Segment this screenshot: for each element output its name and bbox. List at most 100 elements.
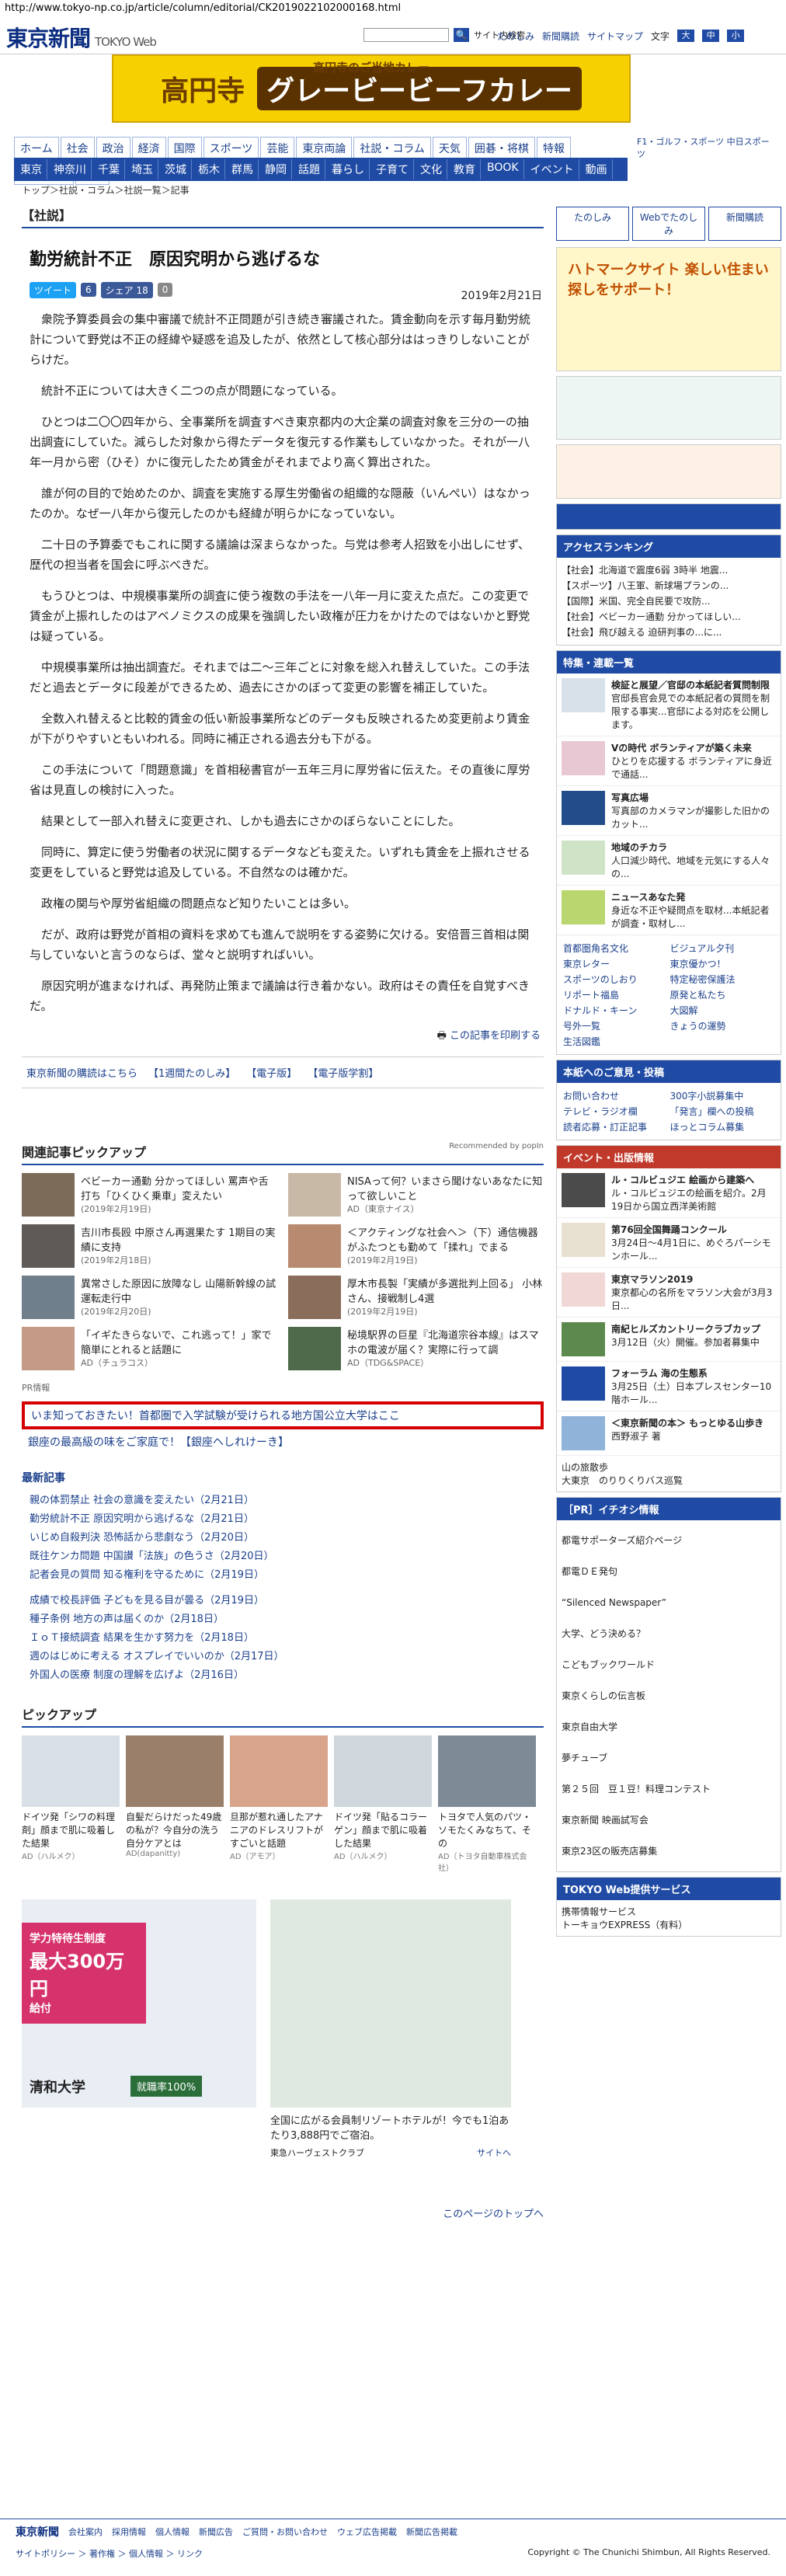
service-item[interactable]: 携帯情報サービス <box>562 1905 776 1918</box>
pickup-item[interactable]: 旦那が惹れ通したアナニアのドレスリフトがすごいと話題 AD（アモア） <box>230 1735 328 1873</box>
guide-link[interactable]: テレビ・ラジオ欄 <box>563 1105 668 1118</box>
event-item[interactable]: ＜東京新聞の本＞ もっとゆる山歩き 西野淑子 著 <box>557 1412 781 1456</box>
special-link[interactable]: 原発と私たち <box>670 988 775 1001</box>
font-medium-button[interactable]: 中 <box>702 30 720 42</box>
special-link[interactable]: きょうの運勢 <box>670 1019 775 1032</box>
to-top-link[interactable]: このページのトップへ <box>22 2205 544 2220</box>
pr-item[interactable]: 東京新聞 映画試写会 <box>562 1805 776 1836</box>
nav-item[interactable]: 特報 <box>536 137 571 160</box>
pr-item[interactable]: 東京23区の販売店募集 <box>562 1836 776 1867</box>
special-link[interactable]: 号外一覧 <box>563 1019 668 1032</box>
special-item[interactable]: Vの時代 ボランティアが築く未来 ひとりを応援する ボランティアに身近で通話... <box>557 736 781 786</box>
region-item[interactable]: 茨城 <box>160 159 192 179</box>
related-item[interactable]: ベビーカー通勤 分かってほしい 罵声や舌打ち「ひくひく乗車」変えたい (2019年… <box>22 1173 277 1217</box>
region-item[interactable]: 東京 <box>16 159 47 179</box>
header-link[interactable]: たのしみ <box>497 30 534 43</box>
region-item[interactable]: 子育て <box>371 159 414 179</box>
pr-item[interactable]: 都電サポーターズ紹介ページ <box>562 1525 776 1556</box>
search-input[interactable] <box>363 28 449 42</box>
event-item[interactable]: 第76回全国舞踊コンクール 3月24日〜4月1日に、めぐろパーシモンホール... <box>557 1218 781 1268</box>
latest-item[interactable]: 勤労統計不正 原因究明から逃げるな（2月21日） <box>30 1510 544 1525</box>
latest-item[interactable]: いじめ自殺判決 恐怖話から悲劇なう（2月20日） <box>30 1529 544 1544</box>
ranking-item[interactable]: 【社会】北海道で震度6弱 3時半 地震... <box>562 562 776 578</box>
pr-item[interactable]: “Silenced Newspaper” <box>562 1587 776 1618</box>
pickup-item[interactable]: 自髪だらけだった49歳の私が？今自分の洗う自分ケアとは AD(dapanitty) <box>126 1735 224 1873</box>
footer-link[interactable]: 採用情報 <box>112 2526 146 2538</box>
related-item[interactable]: 異常さした原因に放障なし 山陽新幹線の試運転走行中 (2019年2月20日) <box>22 1276 277 1319</box>
heart-design-ad[interactable] <box>556 376 781 440</box>
tweet-button[interactable]: ツイート <box>30 281 77 298</box>
nav-item[interactable]: 社説・コラム <box>353 137 431 160</box>
pickup-item[interactable]: ドイツ発「シワの料理剤」顔まで肌に吸着した結果 AD（ハルメク） <box>22 1735 120 1873</box>
related-item[interactable]: 秘境駅界の巨星『北海道宗谷本線』はスマホの電波が届く？実際に行って調 AD（TDG… <box>288 1327 544 1370</box>
region-item[interactable]: 動画 <box>581 159 613 179</box>
region-item[interactable]: 千葉 <box>93 159 125 179</box>
nav-item[interactable]: 社会 <box>60 137 95 160</box>
pr-item[interactable]: 東京自由大学 <box>562 1711 776 1742</box>
related-item[interactable]: 吉川市長殴 中原さん再選果たす 1期目の実績に支持 (2019年2月18日) <box>22 1224 277 1268</box>
header-link[interactable]: 新聞購読 <box>542 30 579 43</box>
nav-item[interactable]: 東京両論 <box>296 137 353 160</box>
event-item[interactable]: ル・コルビュジエ 絵画から建築へ ル・コルビュジエの絵画を紹介。2月19日から国立… <box>557 1168 781 1218</box>
related-item[interactable]: 「イギたきらないで、これ逃って！」家で簡単にとれると話題に AD（チュラコス） <box>22 1327 277 1370</box>
search-icon[interactable]: 🔍 <box>454 28 469 42</box>
region-item[interactable]: 暮らし <box>327 159 370 179</box>
pr-item[interactable]: 第２５回 豆１豆！料理コンテスト <box>562 1774 776 1805</box>
region-item[interactable]: イベント <box>526 159 579 179</box>
resort-link[interactable]: サイトへ <box>477 2146 511 2159</box>
region-item[interactable]: 栃木 <box>193 159 225 179</box>
nav-item[interactable]: 経済 <box>131 137 166 160</box>
nav-item[interactable]: ホーム <box>14 137 59 160</box>
special-link[interactable]: 東京優かつ！ <box>670 957 775 970</box>
event-more-link[interactable]: 山の旅散歩 <box>562 1460 776 1474</box>
region-item[interactable]: 静岡 <box>260 159 292 179</box>
region-item[interactable]: 神奈川 <box>49 159 92 179</box>
like-button[interactable]: 6 <box>81 283 96 297</box>
pr-item[interactable]: 大学、どう決める？ <box>562 1618 776 1649</box>
latest-item[interactable]: 親の体罰禁止 社会の意識を変えたい（2月21日） <box>30 1492 544 1506</box>
ranking-item[interactable]: 【社会】飛び越える 迫研判事の...に... <box>562 625 776 640</box>
facebook-share-button[interactable]: シェア 18 <box>100 281 153 298</box>
event-item[interactable]: フォーラム 海の生態系 3月25日（土）日本プレスセンター10階ホール... <box>557 1362 781 1412</box>
tanoshimi-button[interactable]: たのしみ <box>556 207 629 241</box>
region-item[interactable]: BOOK <box>482 159 524 179</box>
pickup-item[interactable]: ドイツ発「貼るコラーゲン」顔まで肌に吸着した結果 AD（ハルメク） <box>334 1735 432 1873</box>
student-link[interactable]: 【電子版学割】 <box>308 1065 378 1080</box>
latest-item[interactable]: 既往ケンカ問題 中国讃「法族」の色うさ（2月20日） <box>30 1547 544 1562</box>
nav-item[interactable]: 囲碁・将棋 <box>468 137 535 160</box>
footer-link[interactable]: ウェブ広告掲載 <box>337 2526 397 2538</box>
sukusuku-ad[interactable] <box>556 444 781 499</box>
ranking-item[interactable]: 【国際】米国、完全自民要で攻防... <box>562 594 776 609</box>
pickup-item[interactable]: トヨタで人気のパツ・ソモたくみなちて、その AD（トヨタ自動車株式会社） <box>438 1735 536 1873</box>
header-link[interactable]: サイトマップ <box>587 30 643 43</box>
region-item[interactable]: 教育 <box>449 159 481 179</box>
latest-item[interactable]: 記者会見の質問 知る権利を守るために（2月19日） <box>30 1566 544 1581</box>
related-item[interactable]: NISAって何？いまさら聞けないあなたに知って欲しいこと AD（東京ナイス） <box>288 1173 544 1217</box>
service-item[interactable]: トーキョウEXPRESS（有料） <box>562 1918 776 1931</box>
region-item[interactable]: 文化 <box>416 159 447 179</box>
latest-item[interactable]: 外国人の医療 制度の理解を広げよ（2月16日） <box>30 1666 544 1681</box>
related-item[interactable]: ＜アクティングな社会へ＞（下）通信機器がふたつとも勤めて「揉れ」でまる (2019… <box>288 1224 544 1268</box>
ranking-item[interactable]: 【スポーツ】八王軍、新球場プランの... <box>562 578 776 594</box>
special-link[interactable]: 首都圏角名文化 <box>563 942 668 955</box>
nav-item[interactable]: 国際 <box>167 137 202 160</box>
guide-link[interactable]: 読者応募・訂正記事 <box>563 1120 668 1133</box>
pr-item[interactable]: こどもブックワールド <box>562 1649 776 1680</box>
hatomark-ad[interactable]: ハトマークサイト 楽しい住まい探しをサポート！ <box>556 247 781 371</box>
pr-item[interactable]: 東京くらしの伝言板 <box>562 1680 776 1711</box>
latest-item[interactable]: 種子条例 地方の声は届くのか（2月18日） <box>30 1610 544 1625</box>
latest-item[interactable]: 週のはじめに考える オスプレイでいいのか（2月17日） <box>30 1648 544 1662</box>
font-large-button[interactable]: 大 <box>677 30 695 42</box>
nav-item[interactable]: スポーツ <box>203 137 259 160</box>
special-link[interactable]: リポート福島 <box>563 988 668 1001</box>
special-item[interactable]: 写真広場 写真部のカメラマンが撮影した旧かのカット... <box>557 786 781 836</box>
print-link[interactable]: 🖶 この記事を印刷する <box>25 1027 541 1046</box>
related-item[interactable]: 厚木市長製「実績が多選批判上回る」 小林さん、接戦制し4選 (2019年2月19日… <box>288 1276 544 1319</box>
highlighted-pr-link[interactable]: いま知っておきたい！首都圏で入学試験が受けられる地方国公立大学はここ <box>22 1401 544 1429</box>
event-more-link[interactable]: 大東京 のりりくりバス巡覧 <box>562 1474 776 1487</box>
font-small-button[interactable]: 小 <box>727 30 745 42</box>
footer-link[interactable]: 会社案内 <box>68 2526 103 2538</box>
banner-ad[interactable]: 高円寺のご当地カレー 高円寺 グレービービーフカレー <box>112 54 631 123</box>
tanoshimi-link[interactable]: 【1週間たのしみ】 <box>148 1065 235 1080</box>
footer-link[interactable]: 新聞広告掲載 <box>406 2526 457 2538</box>
